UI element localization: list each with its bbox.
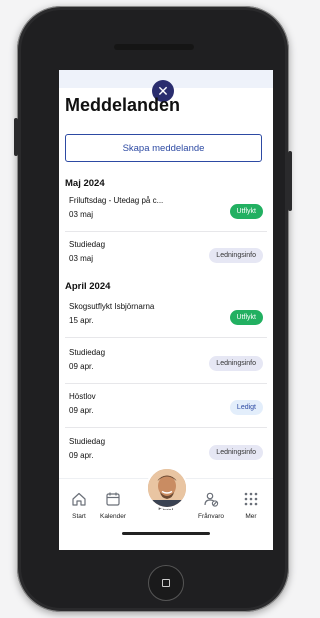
item-title: Skogsutflykt Isbjörnarna (69, 302, 155, 311)
status-badge: Ledningsinfo (209, 445, 263, 460)
page-title: Meddelanden (65, 95, 181, 115)
item-title: Studiedag (69, 348, 106, 357)
absence-icon (204, 492, 219, 507)
calendar-icon (106, 492, 120, 506)
list-item[interactable]: Skogsutflykt Isbjörnarna 15 apr. Utflykt (59, 296, 273, 338)
avatar-image (148, 469, 186, 507)
item-date: 09 apr. (69, 451, 94, 460)
nav-item-franvaro[interactable]: Frånvaro (191, 491, 231, 520)
nav-item-kalender[interactable]: Kalender (93, 491, 133, 520)
app-screen: ✕ Meddelanden Skapa meddelande Maj 2024 … (59, 70, 273, 550)
list-item[interactable]: Friluftsdag - Utedag på c... 03 maj Utfl… (59, 190, 273, 232)
create-message-button[interactable]: Skapa meddelande (65, 134, 262, 162)
nav-label: Mer (245, 513, 257, 520)
status-badge: Ledningsinfo (209, 356, 263, 371)
status-badge: Ledningsinfo (209, 248, 263, 263)
nav-item-peter[interactable]: Peter (146, 467, 188, 512)
item-date: 03 maj (69, 254, 94, 263)
side-button (288, 151, 292, 211)
list-item[interactable]: Studiedag 09 apr. Ledningsinfo (59, 342, 273, 384)
item-title: Friluftsdag - Utedag på c... (69, 196, 164, 205)
nav-item-mer[interactable]: Mer (231, 491, 271, 520)
item-date: 03 maj (69, 210, 94, 219)
bottom-navigation: Start Kalender Peter (59, 467, 273, 550)
nav-label: Kalender (99, 513, 127, 520)
status-badge: Utflykt (229, 204, 263, 219)
home-button[interactable] (148, 565, 184, 601)
list-item[interactable]: Höstlov 09 apr. Ledigt (59, 386, 273, 428)
section-header: April 2024 (65, 281, 111, 292)
nav-label: Frånvaro (197, 513, 224, 520)
list-item[interactable]: Studiedag 03 maj Ledningsinfo (59, 234, 273, 276)
side-button (14, 118, 18, 156)
grid-icon (244, 492, 258, 506)
divider (65, 427, 267, 428)
home-indicator (122, 532, 210, 535)
item-date: 09 apr. (69, 406, 94, 415)
section-header: Maj 2024 (65, 178, 105, 189)
item-date: 09 apr. (69, 362, 94, 371)
speaker-grille (114, 44, 194, 50)
home-icon (72, 492, 86, 506)
status-badge: Utflykt (229, 310, 263, 325)
item-title: Höstlov (69, 392, 96, 401)
divider (65, 337, 267, 338)
item-title: Studiedag (69, 437, 106, 446)
item-date: 15 apr. (69, 316, 94, 325)
item-title: Studiedag (69, 240, 106, 249)
avatar (146, 467, 188, 509)
divider (65, 231, 267, 232)
status-badge: Ledigt (229, 400, 263, 415)
divider (65, 383, 267, 384)
